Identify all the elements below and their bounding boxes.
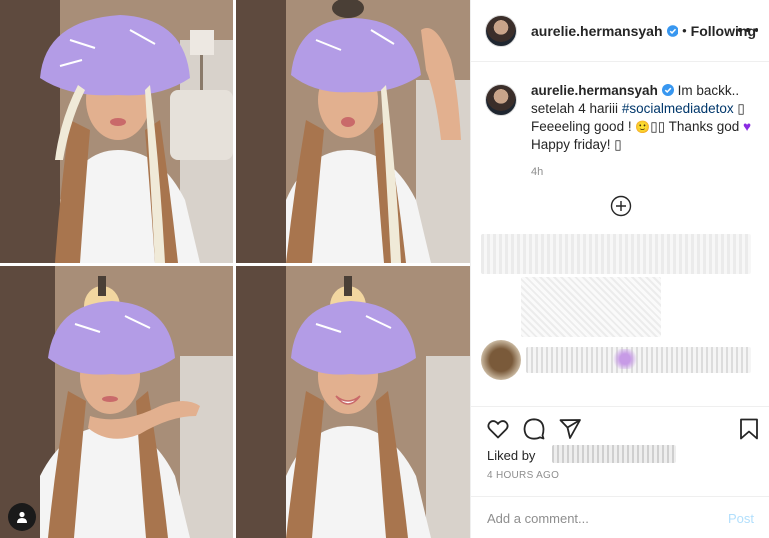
caption-line-1: Im backk..: [677, 83, 740, 98]
comment-bubble-icon[interactable]: [522, 417, 546, 441]
user-tag-icon[interactable]: [8, 503, 36, 531]
emoji-placeholder: ▯: [737, 101, 745, 116]
redacted-liked-by-users: [552, 445, 676, 463]
photo-collage-tile-1: [0, 0, 233, 263]
post-media[interactable]: [0, 0, 470, 538]
smile-emoji-icon: 🙂: [635, 120, 651, 134]
plus-circle-icon[interactable]: [610, 195, 632, 217]
verified-badge-icon: [666, 24, 679, 37]
header-username[interactable]: aurelie.hermansyah: [531, 23, 663, 39]
heart-icon[interactable]: [486, 417, 510, 441]
redacted-comment: [481, 234, 751, 274]
collage-divider-horizontal: [0, 263, 470, 266]
caption-line-3: Feeeeling good !: [531, 119, 636, 134]
caption-line-4: Happy friday!: [531, 137, 615, 152]
photo-collage-tile-4: [236, 266, 470, 538]
purple-heart-icon: ♥: [742, 119, 751, 134]
separator-dot: •: [682, 23, 687, 38]
add-comment-form: Post: [471, 496, 769, 538]
comments-scroll-area[interactable]: aurelie.hermansyah Im backk.. setelah 4 …: [471, 62, 769, 406]
avatar[interactable]: [485, 14, 517, 47]
photo-collage-tile-3: [0, 266, 233, 538]
post-side-panel: aurelie.hermansyah • Following aurelie.h…: [470, 0, 769, 538]
emoji-placeholder: ▯: [650, 119, 658, 134]
liked-by-label: Liked by: [487, 448, 536, 463]
redacted-comment: [481, 340, 521, 380]
caption-text: aurelie.hermansyah Im backk.. setelah 4 …: [531, 82, 756, 154]
post-timestamp[interactable]: 4 HOURS AGO: [487, 470, 559, 481]
redacted-comment: [521, 277, 661, 337]
caption-username[interactable]: aurelie.hermansyah: [531, 83, 658, 98]
verified-badge-icon: [661, 84, 674, 96]
emoji-placeholder: ▯: [614, 137, 622, 152]
post-comment-button[interactable]: Post: [728, 511, 754, 526]
post-actions: Liked by 4 HOURS AGO Post: [471, 406, 769, 538]
paper-plane-icon[interactable]: [558, 417, 582, 441]
caption-line-2: setelah 4 hariii: [531, 101, 622, 116]
photo-collage-tile-2: [236, 0, 470, 263]
more-options-icon[interactable]: [738, 22, 758, 38]
caption: aurelie.hermansyah Im backk.. setelah 4 …: [471, 62, 769, 154]
hashtag-link[interactable]: #socialmediadetox: [622, 101, 734, 116]
bookmark-icon[interactable]: [737, 417, 761, 441]
caption-line-3-suffix: Thanks god: [665, 119, 743, 134]
comment-input[interactable]: [487, 510, 728, 526]
collage-divider-vertical: [233, 0, 236, 538]
redacted-comment: [611, 349, 639, 369]
avatar[interactable]: [485, 84, 517, 116]
post-header: aurelie.hermansyah • Following: [471, 0, 769, 62]
caption-relative-time: 4h: [531, 166, 544, 178]
